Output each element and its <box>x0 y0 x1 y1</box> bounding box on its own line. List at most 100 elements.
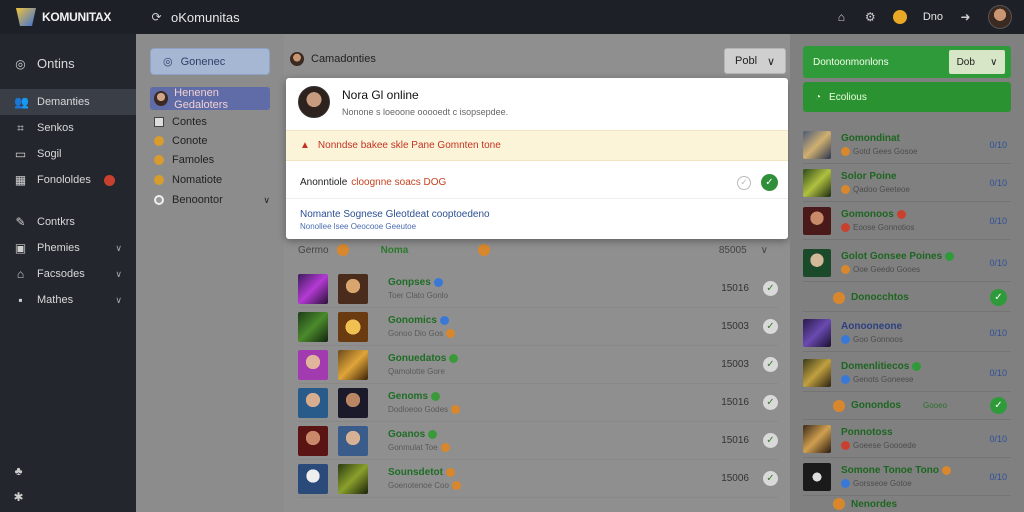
list-item[interactable]: Gomonoos Eoose Gonnotios 0/10 <box>803 202 1011 240</box>
chevron-down-icon: ∨ <box>115 268 122 279</box>
list-item[interactable]: Donocchtos ✓ <box>803 284 1011 312</box>
banner-dropdown[interactable]: Dob ∨ <box>949 50 1005 74</box>
row-subtitle-text: Dodloeoo Godes <box>388 404 449 414</box>
row-subtitle: Goo Gonnoos <box>841 335 903 345</box>
filter-item[interactable]: Nomatiote <box>154 174 270 186</box>
warning-alert-text: Nonndse bakee skle Pane Gomnten tone <box>317 140 501 151</box>
list-item[interactable]: Aonooneone Goo Gonnoos 0/10 <box>803 314 1011 352</box>
info-icon <box>841 375 850 385</box>
coin-icon <box>941 465 951 475</box>
list-item[interactable]: Gonondos Gooeo ✓ <box>803 392 1011 420</box>
filter-item[interactable]: Famoles <box>154 154 270 166</box>
sidebar-item-contkrs[interactable]: ✎ Contkrs <box>0 209 136 235</box>
row-title: Golot Gonsee Poines <box>841 251 957 262</box>
list-item[interactable]: Somone Tonoe Tono Gorsseoe Gotoe 0/10 <box>803 458 1011 496</box>
new-button[interactable]: ◎ Gonenec <box>150 48 270 75</box>
settings-icon[interactable]: ⚙ <box>864 10 877 24</box>
check-icon[interactable]: ✓ <box>763 357 778 372</box>
chevron-down-icon[interactable]: ∨ <box>761 245 768 256</box>
selected-filter[interactable]: Henenen Gedaloters <box>150 87 270 111</box>
table-row[interactable]: Gonuedatos Qamolotte Gore 15003 ✓ <box>298 346 778 384</box>
users-icon[interactable]: ♣ <box>12 464 25 478</box>
sidebar-item-fonololdes[interactable]: ▦ Fonololdes <box>0 167 136 193</box>
logo[interactable]: KOMUNITAX <box>0 0 136 34</box>
list-item[interactable]: Solor Poine Qadoo Geeteoe 0/10 <box>803 164 1011 202</box>
game-thumbnail <box>803 358 831 387</box>
check-icon[interactable]: ✓ <box>763 395 778 410</box>
row-text: Gonpses Toer Clato Gonlo <box>388 277 448 300</box>
row-value: 0/10 <box>989 257 1007 268</box>
new-button-label: Gonenec <box>180 55 226 68</box>
arrow-right-icon[interactable]: ➜ <box>959 10 972 24</box>
check-icon[interactable]: ✓ <box>763 319 778 334</box>
sidebar-item-label: Contkrs <box>37 216 75 228</box>
table-row[interactable]: Sounsdetot Goenotenoe Coo 15006 ✓ <box>298 460 778 498</box>
sidebar-item-label: Senkos <box>37 122 74 134</box>
game-thumbnail <box>298 387 328 418</box>
popover-title: Nora Gl online <box>342 87 419 102</box>
check-icon[interactable]: ✓ <box>990 289 1007 306</box>
info-icon <box>433 277 443 287</box>
sidebar-item-demanties[interactable]: 👥 Demanties <box>0 89 136 115</box>
section-banner[interactable]: ◔ Ecolious <box>803 82 1011 112</box>
popover-secondary-link[interactable]: Nonollee lsee Oeocooe Geeutoe <box>300 222 416 231</box>
list-item[interactable]: Golot Gonsee Poines Ooe Geedo Gooes 0/10 <box>803 244 1011 282</box>
user-label[interactable]: Dno <box>923 11 943 23</box>
chevron-down-icon: ∨ <box>263 194 270 205</box>
people-icon: 👥 <box>14 95 29 109</box>
row-subtitle: Goenotenoe Coo <box>388 481 461 491</box>
sidebar-item-sogil[interactable]: ▭ Sogil <box>0 141 136 167</box>
warning-icon: ▲ <box>300 140 310 151</box>
row-subtitle-text: Ooe Geedo Gooes <box>853 264 921 274</box>
table-row[interactable]: Genoms Dodloeoo Godes 15016 ✓ <box>298 384 778 422</box>
list-header-col1: Germo <box>298 244 329 256</box>
popover-option-row[interactable]: Anonntiole cloognne soacs DOG ✓ ✓ <box>300 174 778 191</box>
check-icon[interactable]: ✓ <box>763 281 778 296</box>
top-bar: KOMUNITAX ⟳ oKomunitas ⌂ ⚙ Dno ➜ <box>0 0 1024 34</box>
check-icon[interactable]: ✓ <box>763 433 778 448</box>
sidebar-item-phemies[interactable]: ▣ Phemies ∨ <box>0 235 136 261</box>
row-title: Domenlitiecos <box>841 361 924 372</box>
section-banner-label: Ecolious <box>829 91 867 103</box>
table-row[interactable]: Goanos Gonmulat Toe 15016 ✓ <box>298 422 778 460</box>
coin-icon <box>154 175 164 185</box>
check-outline-icon[interactable]: ✓ <box>737 175 751 190</box>
table-row[interactable]: Gonpses Toer Clato Gonlo 15016 ✓ <box>298 270 778 308</box>
game-thumbnail <box>298 311 328 342</box>
list-item[interactable]: Domenlitiecos Genots Goneese 0/10 <box>803 354 1011 392</box>
row-subtitle: Toer Clato Gonlo <box>388 291 449 300</box>
list-item[interactable]: Gomondinat Gotd Gees Gosoe 0/10 <box>803 126 1011 164</box>
refresh-icon[interactable]: ⟳ <box>150 10 163 24</box>
row-text: Gonomics Gonoo Dio Gos <box>388 315 456 339</box>
grid-icon: ▦ <box>14 173 27 187</box>
list-item[interactable]: Ponnotoss Goeese Goooede 0/10 <box>803 420 1011 458</box>
table-row[interactable]: Gonomics Gonoo Dio Gos 15003 ✓ <box>298 308 778 346</box>
row-text: Gomondinat Gotd Gees Gosoe <box>841 133 917 157</box>
popover-link[interactable]: Nomante Sognese Gleotdeat cooptoedeno <box>300 209 490 220</box>
filter-item[interactable]: Benoontor ∨ <box>154 194 270 206</box>
home-icon[interactable]: ⌂ <box>835 10 848 24</box>
row-subtitle: Dodloeoo Godes <box>388 404 461 415</box>
app-title-area: ⟳ oKomunitas <box>150 10 239 25</box>
sidebar-item-facsodes[interactable]: ⌂ Facsodes ∨ <box>0 261 136 287</box>
row-title: Gonpses <box>388 277 448 288</box>
check-icon[interactable]: ✓ <box>990 397 1007 414</box>
list-item[interactable]: Nenordes <box>803 496 1011 512</box>
filter-item[interactable]: Contes <box>154 116 270 128</box>
info-icon <box>439 315 449 325</box>
filter-item[interactable]: Conote <box>154 135 270 147</box>
row-subtitle: Ooe Geedo Gooes <box>841 264 957 275</box>
sidebar-item-mathes[interactable]: ▪ Mathes ∨ <box>0 287 136 313</box>
row-subtitle-text: Eoose Gonnotios <box>853 222 915 232</box>
badge-icon <box>896 209 906 219</box>
sidebar-header[interactable]: ◎ Ontins <box>0 34 136 89</box>
row-subtitle: Gonoo Dio Gos <box>388 329 456 339</box>
user-avatar[interactable] <box>988 5 1012 29</box>
check-icon[interactable]: ✓ <box>763 471 778 486</box>
sort-dropdown[interactable]: Pobl ∨ <box>724 48 786 74</box>
avatar <box>298 86 330 118</box>
sidebar-item-senkos[interactable]: ⌗ Senkos <box>0 115 136 141</box>
settings-icon[interactable]: ✱ <box>12 490 25 504</box>
check-confirm-icon[interactable]: ✓ <box>761 174 778 191</box>
sidebar-bottom-icons: ♣ ✱ <box>12 464 25 504</box>
